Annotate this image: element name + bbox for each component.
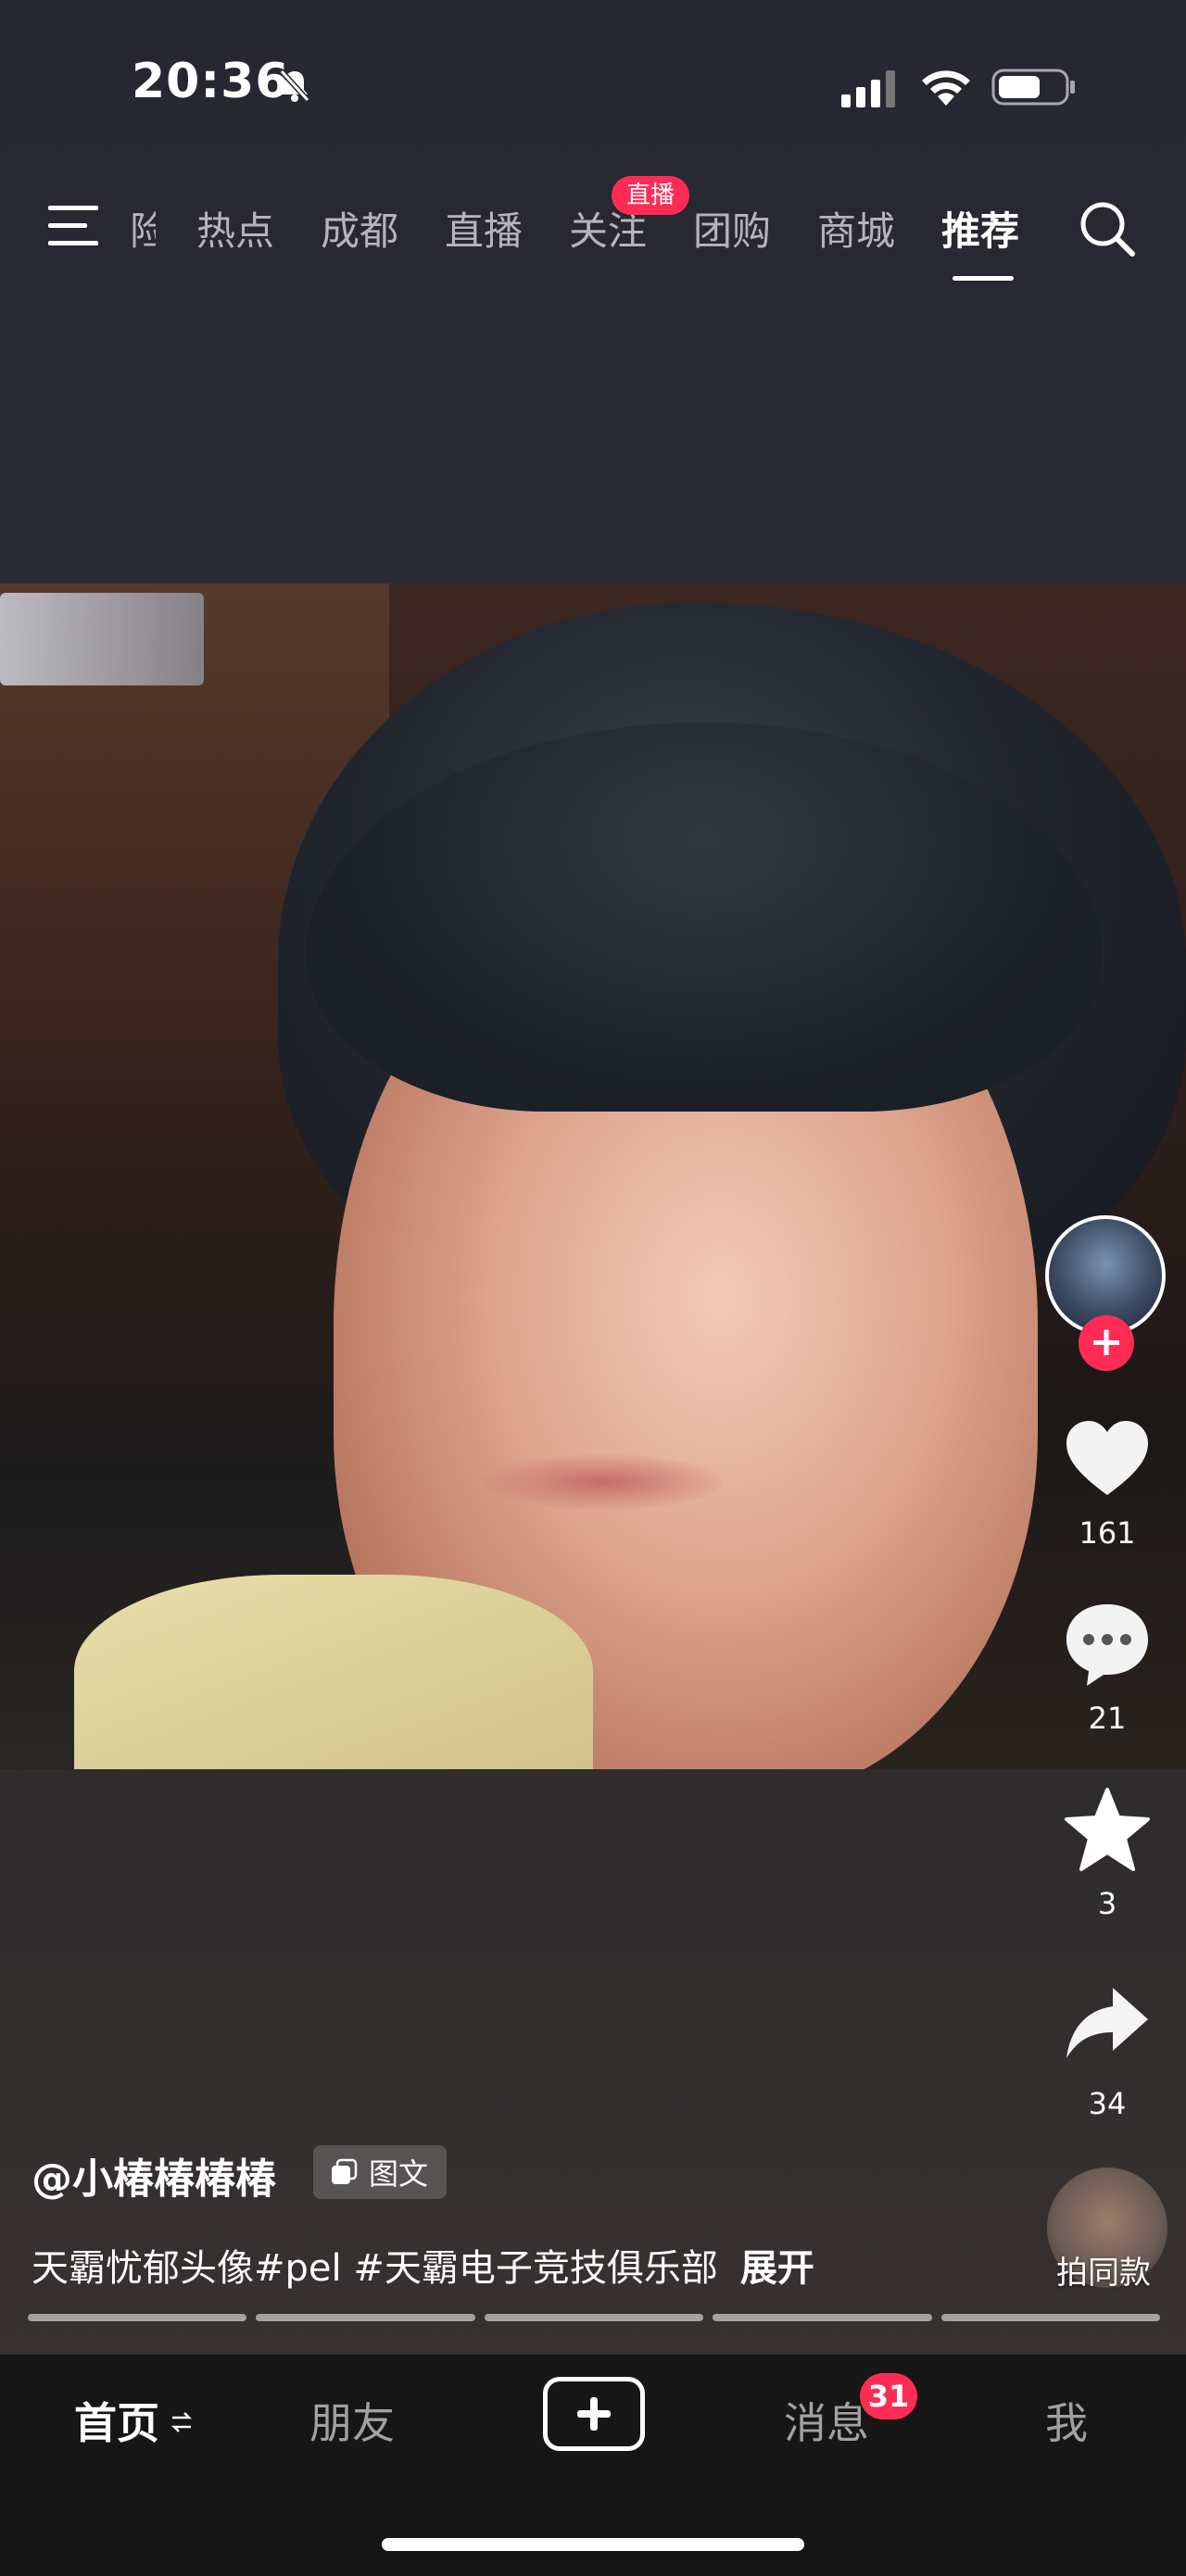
favorite-star-icon[interactable] — [1061, 1784, 1154, 1877]
caption-text: 天霸忧郁头像#pel #天霸电子竞技俱乐部 — [32, 2247, 718, 2290]
image-stack-icon — [332, 2158, 358, 2184]
swap-arrows-icon[interactable] — [170, 2408, 193, 2436]
tab-recommend[interactable]: 推荐 — [941, 200, 1019, 257]
tab-group-buy[interactable]: 团购 — [693, 200, 771, 257]
same-style-button[interactable]: 拍同款 — [1056, 2247, 1151, 2293]
progress-segment — [484, 2314, 704, 2321]
progress-segment — [256, 2314, 475, 2321]
tab-mall[interactable]: 商城 — [817, 200, 895, 257]
post-image[interactable] — [0, 584, 1186, 1769]
comment-count: 21 — [1088, 1701, 1127, 1736]
tab-me[interactable]: 我 — [1045, 2390, 1088, 2451]
photo-shirt — [74, 1575, 593, 1769]
photo-mouth — [482, 1454, 723, 1510]
plus-icon — [577, 2397, 611, 2431]
tab-live[interactable]: 直播 — [445, 200, 523, 257]
search-icon[interactable] — [1075, 196, 1140, 261]
cellular-signal-icon — [841, 70, 895, 107]
live-badge: 直播 — [612, 176, 690, 215]
post-type-label: 图文 — [369, 2156, 429, 2192]
wifi-icon — [922, 70, 970, 106]
active-tab-indicator — [953, 276, 1014, 281]
tab-partial[interactable]: 险 — [130, 200, 156, 257]
like-icon[interactable] — [1061, 1414, 1154, 1506]
author-name[interactable]: @小椿椿椿椿 — [32, 2145, 276, 2205]
bell-muted-icon — [279, 69, 310, 103]
follow-button[interactable]: + — [1079, 1315, 1134, 1371]
post-caption: 天霸忧郁头像#pel #天霸电子竞技俱乐部 展开 — [32, 2238, 814, 2292]
messages-badge: 31 — [860, 2373, 917, 2419]
status-time: 20:36 — [132, 54, 290, 109]
tab-home[interactable]: 首页 — [74, 2390, 159, 2451]
image-progress — [28, 2314, 1161, 2321]
share-count: 34 — [1088, 2086, 1127, 2121]
tab-messages[interactable]: 消息 — [784, 2390, 869, 2451]
progress-segment — [940, 2314, 1161, 2321]
progress-segment — [713, 2314, 932, 2321]
progress-segment — [28, 2314, 247, 2321]
post-type-chip: 图文 — [313, 2145, 448, 2199]
favorite-count: 3 — [1097, 1886, 1117, 1921]
home-indicator[interactable] — [382, 2538, 804, 2551]
comment-icon[interactable] — [1061, 1599, 1154, 1691]
expand-button[interactable]: 展开 — [740, 2247, 814, 2290]
tab-hot[interactable]: 热点 — [196, 200, 274, 257]
battery-icon — [991, 69, 1075, 106]
create-button[interactable] — [543, 2377, 645, 2451]
like-count: 161 — [1079, 1515, 1136, 1551]
tab-chengdu[interactable]: 成都 — [321, 200, 398, 257]
tab-friends[interactable]: 朋友 — [309, 2390, 395, 2451]
photo-monitor — [0, 593, 204, 685]
share-icon[interactable] — [1061, 1979, 1154, 2071]
menu-icon[interactable] — [44, 202, 106, 250]
